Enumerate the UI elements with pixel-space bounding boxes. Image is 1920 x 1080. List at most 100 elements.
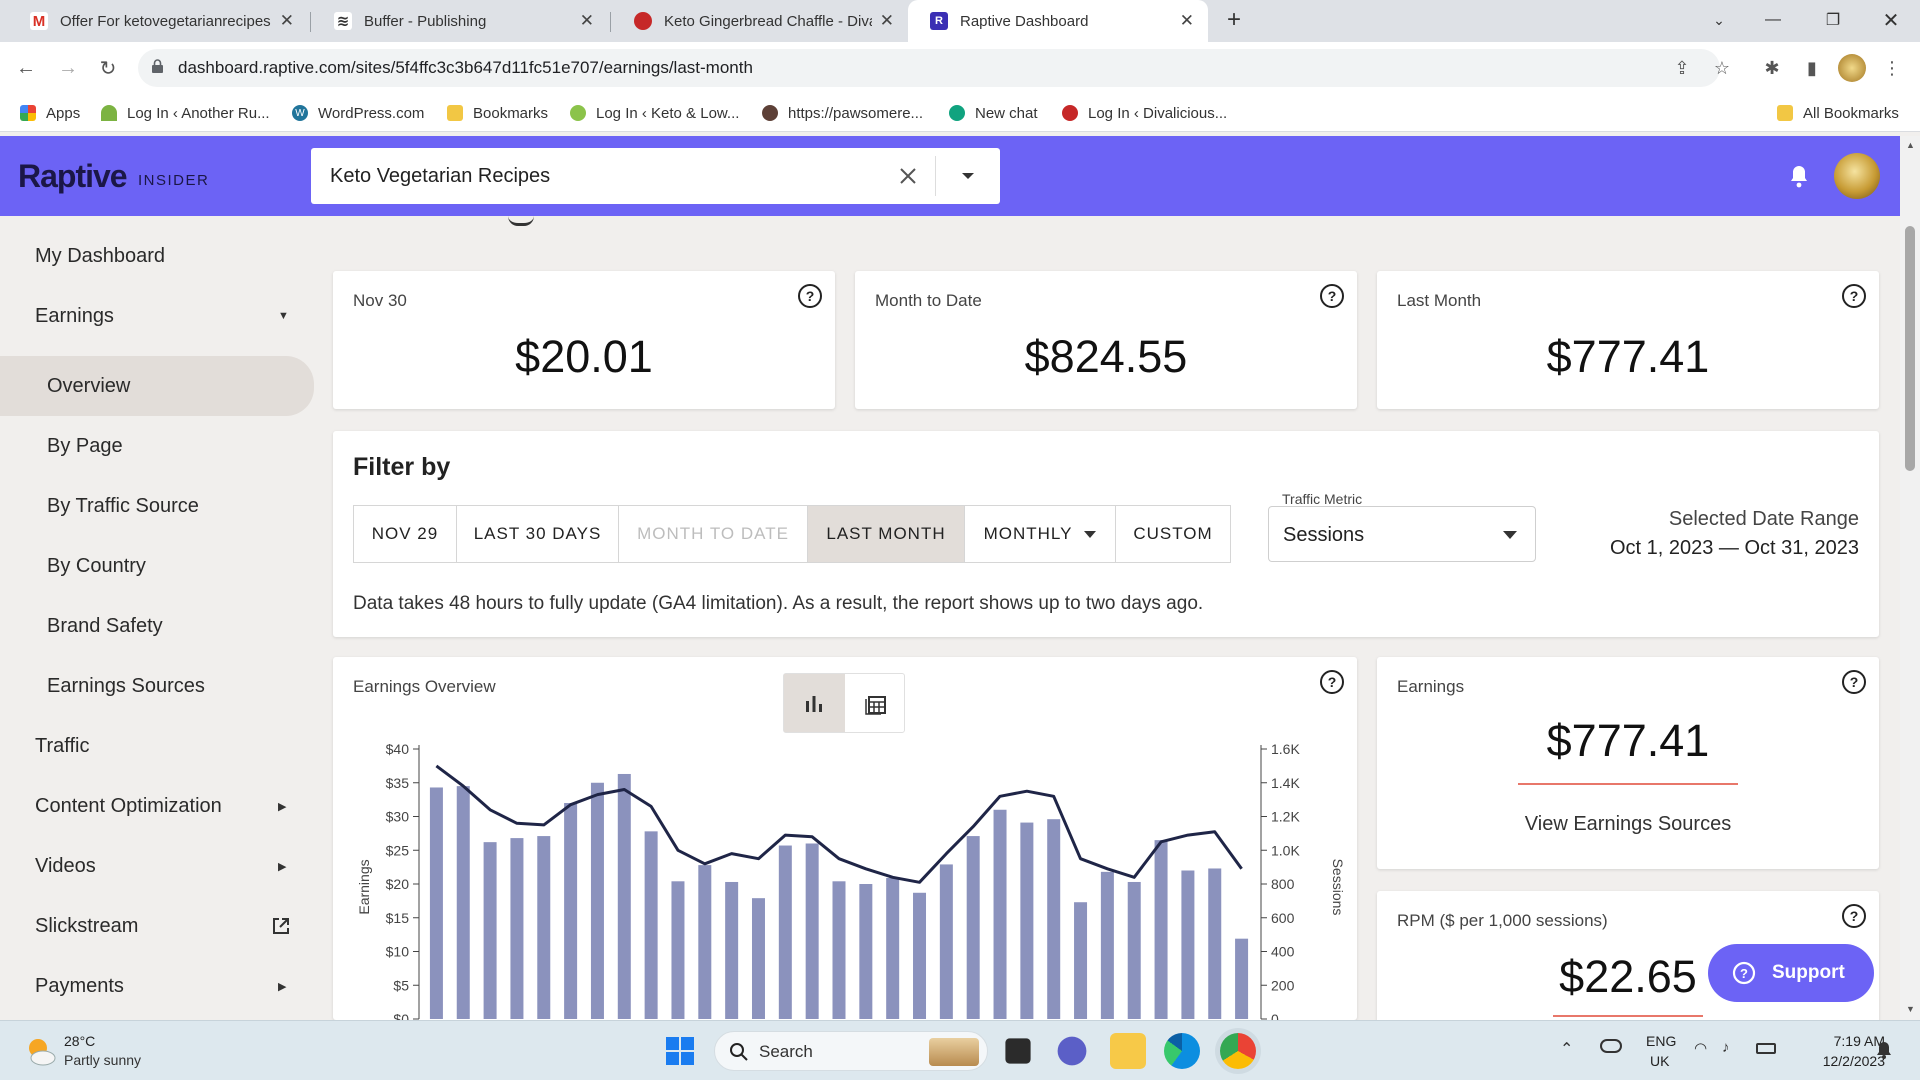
bookmark-all[interactable]: All Bookmarks	[1777, 102, 1899, 124]
weather-temperature[interactable]: 28°C	[64, 1033, 95, 1049]
scroll-up-icon[interactable]: ▲	[1906, 140, 1915, 150]
page-scrollbar[interactable]: ▲ ▼	[1900, 136, 1920, 1020]
sidebar-item-my-dashboard[interactable]: My Dashboard	[0, 228, 314, 284]
maximize-icon[interactable]: ❐	[1810, 0, 1856, 40]
teams-chat-icon[interactable]	[1057, 1036, 1087, 1066]
side-panel-icon[interactable]: ▮	[1798, 54, 1826, 82]
sidebar-item-by-page[interactable]: By Page	[0, 418, 314, 474]
sidebar-item-traffic[interactable]: Traffic	[0, 718, 314, 774]
help-icon[interactable]: ?	[1841, 669, 1867, 695]
filter-monthly-button[interactable]: MONTHLY	[964, 505, 1116, 563]
y-tick-label: $0	[393, 1011, 409, 1020]
new-tab-icon[interactable]: +	[1211, 0, 1257, 40]
chevron-down-icon[interactable]	[961, 172, 975, 180]
bar-chart-icon	[806, 696, 822, 712]
bookmark-keto-low[interactable]: Log In ‹ Keto & Low...	[570, 102, 739, 124]
tab-raptive[interactable]: R Raptive Dashboard ✕	[908, 0, 1208, 42]
wifi-icon[interactable]: ◠	[1694, 1039, 1707, 1057]
help-icon[interactable]: ?	[797, 283, 823, 309]
tab-divalicious[interactable]: Keto Gingerbread Chaffle - Divali... ✕	[612, 0, 908, 42]
sidebar-item-overview[interactable]: Overview	[0, 356, 314, 416]
filter-custom-button[interactable]: CUSTOM	[1115, 505, 1231, 563]
weather-description[interactable]: Partly sunny	[64, 1052, 141, 1068]
notification-bell-icon[interactable]	[1876, 1041, 1892, 1059]
bookmark-star-icon[interactable]: ☆	[1708, 54, 1736, 82]
tab-search-icon[interactable]: ⌄	[1696, 0, 1742, 40]
traffic-metric-select[interactable]: Sessions	[1268, 506, 1536, 562]
filter-last-month-button[interactable]: LAST MONTH	[807, 505, 965, 563]
bookmark-wordpress[interactable]: W WordPress.com	[292, 102, 424, 124]
avocado-icon	[570, 105, 586, 121]
sidebar-item-label: Brand Safety	[47, 614, 163, 637]
chrome-icon[interactable]	[1220, 1033, 1256, 1069]
address-bar[interactable]: dashboard.raptive.com/sites/5f4ffc3c3b64…	[138, 49, 1720, 87]
tab-gmail[interactable]: M Offer For ketovegetarianrecipes... ✕	[8, 0, 308, 42]
clear-icon[interactable]	[899, 167, 917, 185]
bookmark-folder[interactable]: Bookmarks	[447, 102, 548, 124]
extensions-icon[interactable]: ✱	[1758, 54, 1786, 82]
sidebar-item-brand-safety[interactable]: Brand Safety	[0, 598, 314, 654]
forward-icon[interactable]: →	[52, 52, 84, 84]
bookmark-pawsome[interactable]: https://pawsomere...	[762, 102, 923, 124]
reload-icon[interactable]: ↻	[92, 52, 124, 84]
filter-last30-button[interactable]: LAST 30 DAYS	[456, 505, 619, 563]
profile-avatar[interactable]	[1838, 54, 1866, 82]
filter-mtd-button[interactable]: MONTH TO DATE	[618, 505, 808, 563]
raptive-logo[interactable]: Raptive	[18, 158, 128, 195]
table-view-button[interactable]	[845, 674, 906, 732]
bookmark-new-chat[interactable]: New chat	[949, 102, 1038, 124]
close-icon[interactable]: ✕	[1180, 11, 1194, 31]
close-icon[interactable]: ✕	[580, 11, 594, 31]
bar-chart-view-button[interactable]	[784, 674, 845, 732]
onedrive-cloud-icon[interactable]	[1600, 1039, 1622, 1053]
file-explorer-icon[interactable]	[1110, 1033, 1146, 1069]
help-icon[interactable]: ?	[1841, 903, 1867, 929]
close-icon[interactable]: ✕	[880, 11, 894, 31]
tab-buffer[interactable]: ≋ Buffer - Publishing ✕	[312, 0, 608, 42]
edge-icon[interactable]	[1164, 1033, 1200, 1069]
help-icon[interactable]: ?	[1319, 283, 1345, 309]
view-earnings-sources-link[interactable]: View Earnings Sources	[1377, 813, 1879, 836]
bookmark-divalicious[interactable]: Log In ‹ Divalicious...	[1062, 102, 1227, 124]
sessions-line	[435, 764, 1243, 884]
sidebar-item-videos[interactable]: Videos ▶	[0, 838, 314, 894]
close-icon[interactable]: ✕	[280, 11, 294, 31]
volume-icon[interactable]: ♪	[1722, 1039, 1730, 1056]
help-icon[interactable]: ?	[1319, 669, 1345, 695]
caret-down-icon: ▼	[278, 310, 289, 322]
tray-overflow-icon[interactable]: ⌃	[1560, 1039, 1573, 1059]
clock-time[interactable]: 7:19 AM	[1805, 1033, 1885, 1049]
weather-sun-cloud-icon[interactable]	[22, 1033, 58, 1069]
taskbar-search[interactable]: Search	[714, 1031, 988, 1071]
input-language[interactable]: ENG	[1646, 1033, 1676, 1049]
earnings-bar	[537, 836, 551, 1019]
user-avatar[interactable]	[1834, 153, 1880, 199]
task-view-icon[interactable]	[1005, 1038, 1031, 1064]
filter-nov29-button[interactable]: NOV 29	[353, 505, 457, 563]
scroll-down-icon[interactable]: ▼	[1906, 1004, 1915, 1014]
input-region[interactable]: UK	[1650, 1053, 1669, 1069]
help-icon[interactable]: ?	[1841, 283, 1867, 309]
sidebar-item-earnings[interactable]: Earnings ▼	[0, 288, 314, 344]
share-icon[interactable]: ⇪	[1668, 54, 1696, 82]
sidebar-item-slickstream[interactable]: Slickstream	[0, 898, 314, 954]
site-select[interactable]: Keto Vegetarian Recipes	[311, 148, 1000, 204]
sidebar-item-payments[interactable]: Payments ▶	[0, 958, 314, 1014]
sidebar-item-by-country[interactable]: By Country	[0, 538, 314, 594]
clock-date[interactable]: 12/2/2023	[1795, 1053, 1885, 1069]
back-icon[interactable]: ←	[10, 52, 42, 84]
support-button[interactable]: ? Support	[1708, 944, 1874, 1002]
windows-start-icon[interactable]	[664, 1035, 696, 1067]
menu-icon[interactable]: ⋮	[1878, 54, 1906, 82]
bookmark-another-ru[interactable]: Log In ‹ Another Ru...	[101, 102, 270, 124]
window-close-icon[interactable]: ✕	[1868, 0, 1914, 40]
sidebar-item-earnings-sources[interactable]: Earnings Sources	[0, 658, 314, 714]
battery-icon[interactable]	[1756, 1043, 1776, 1054]
earnings-overview-chart: $0 $5 $10 $15 $20 $25 $30 $35 $40 0 200 400 600 800 1.…	[356, 741, 1346, 1020]
sidebar-item-by-traffic-source[interactable]: By Traffic Source	[0, 478, 314, 534]
bookmark-apps[interactable]: Apps	[20, 102, 80, 124]
sidebar-item-content-optimization[interactable]: Content Optimization ▶	[0, 778, 314, 834]
scroll-thumb[interactable]	[1905, 226, 1915, 471]
minimize-icon[interactable]: —	[1750, 0, 1796, 40]
bell-icon[interactable]	[1788, 164, 1810, 188]
